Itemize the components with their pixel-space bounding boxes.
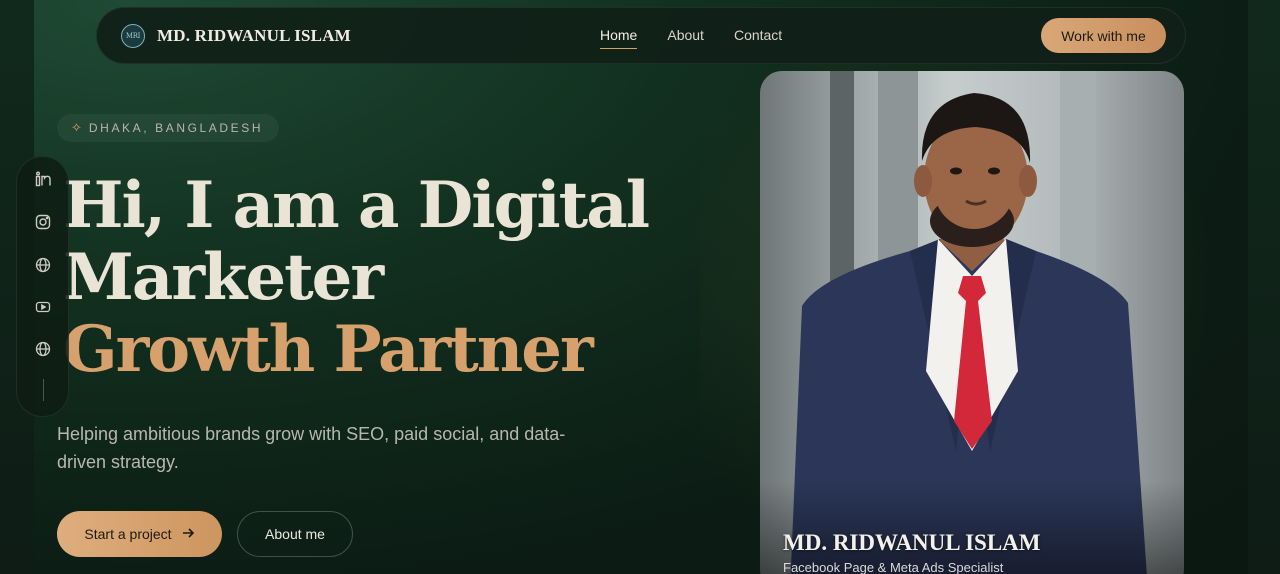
hero-headline: Hi, I am a Digital Marketer Growth Partn… (63, 168, 650, 387)
page-edge-right (1248, 0, 1280, 574)
linkedin-icon[interactable] (34, 170, 52, 188)
hero-subtitle: Helping ambitious brands grow with SEO, … (57, 424, 566, 472)
start-project-label: Start a project (84, 526, 172, 542)
logo-badge[interactable]: MRI (121, 24, 145, 48)
location-badge: ✧ DHAKA, BANGLADESH (57, 114, 280, 142)
youtube-icon[interactable] (34, 298, 52, 316)
rail-divider (43, 379, 44, 401)
headline-line-1: Hi, I am a Digital (63, 168, 650, 243)
brand-name[interactable]: MD. RIDWANUL ISLAM (157, 26, 351, 46)
profile-photo-card: MD. RIDWANUL ISLAM Facebook Page & Meta … (760, 71, 1184, 574)
nav-link-contact[interactable]: Contact (734, 27, 782, 43)
arrow-right-icon (182, 526, 195, 542)
nav-link-about[interactable]: About (667, 27, 704, 43)
profile-name: MD. RIDWANUL ISLAM (783, 530, 1041, 555)
about-me-button[interactable]: About me (237, 511, 353, 557)
instagram-icon[interactable] (34, 213, 52, 231)
headline-line-3: Growth Partner (63, 312, 594, 387)
social-rail (16, 156, 69, 417)
globe-icon[interactable] (34, 340, 52, 358)
work-with-me-button[interactable]: Work with me (1041, 18, 1166, 53)
nav-menu: Home About Contact (600, 27, 782, 49)
nav-link-home[interactable]: Home (600, 27, 638, 49)
sparkle-icon: ✧ (71, 120, 82, 135)
headline-line-2: Marketer (63, 240, 384, 315)
profile-role: Facebook Page & Meta Ads Specialist (783, 560, 1004, 574)
globe-icon[interactable] (34, 256, 52, 274)
start-project-button[interactable]: Start a project (57, 511, 222, 557)
logo-text: MRI (125, 32, 141, 40)
top-navbar: MRI MD. RIDWANUL ISLAM Home About Contac… (96, 7, 1186, 64)
location-text: DHAKA, BANGLADESH (88, 121, 264, 135)
